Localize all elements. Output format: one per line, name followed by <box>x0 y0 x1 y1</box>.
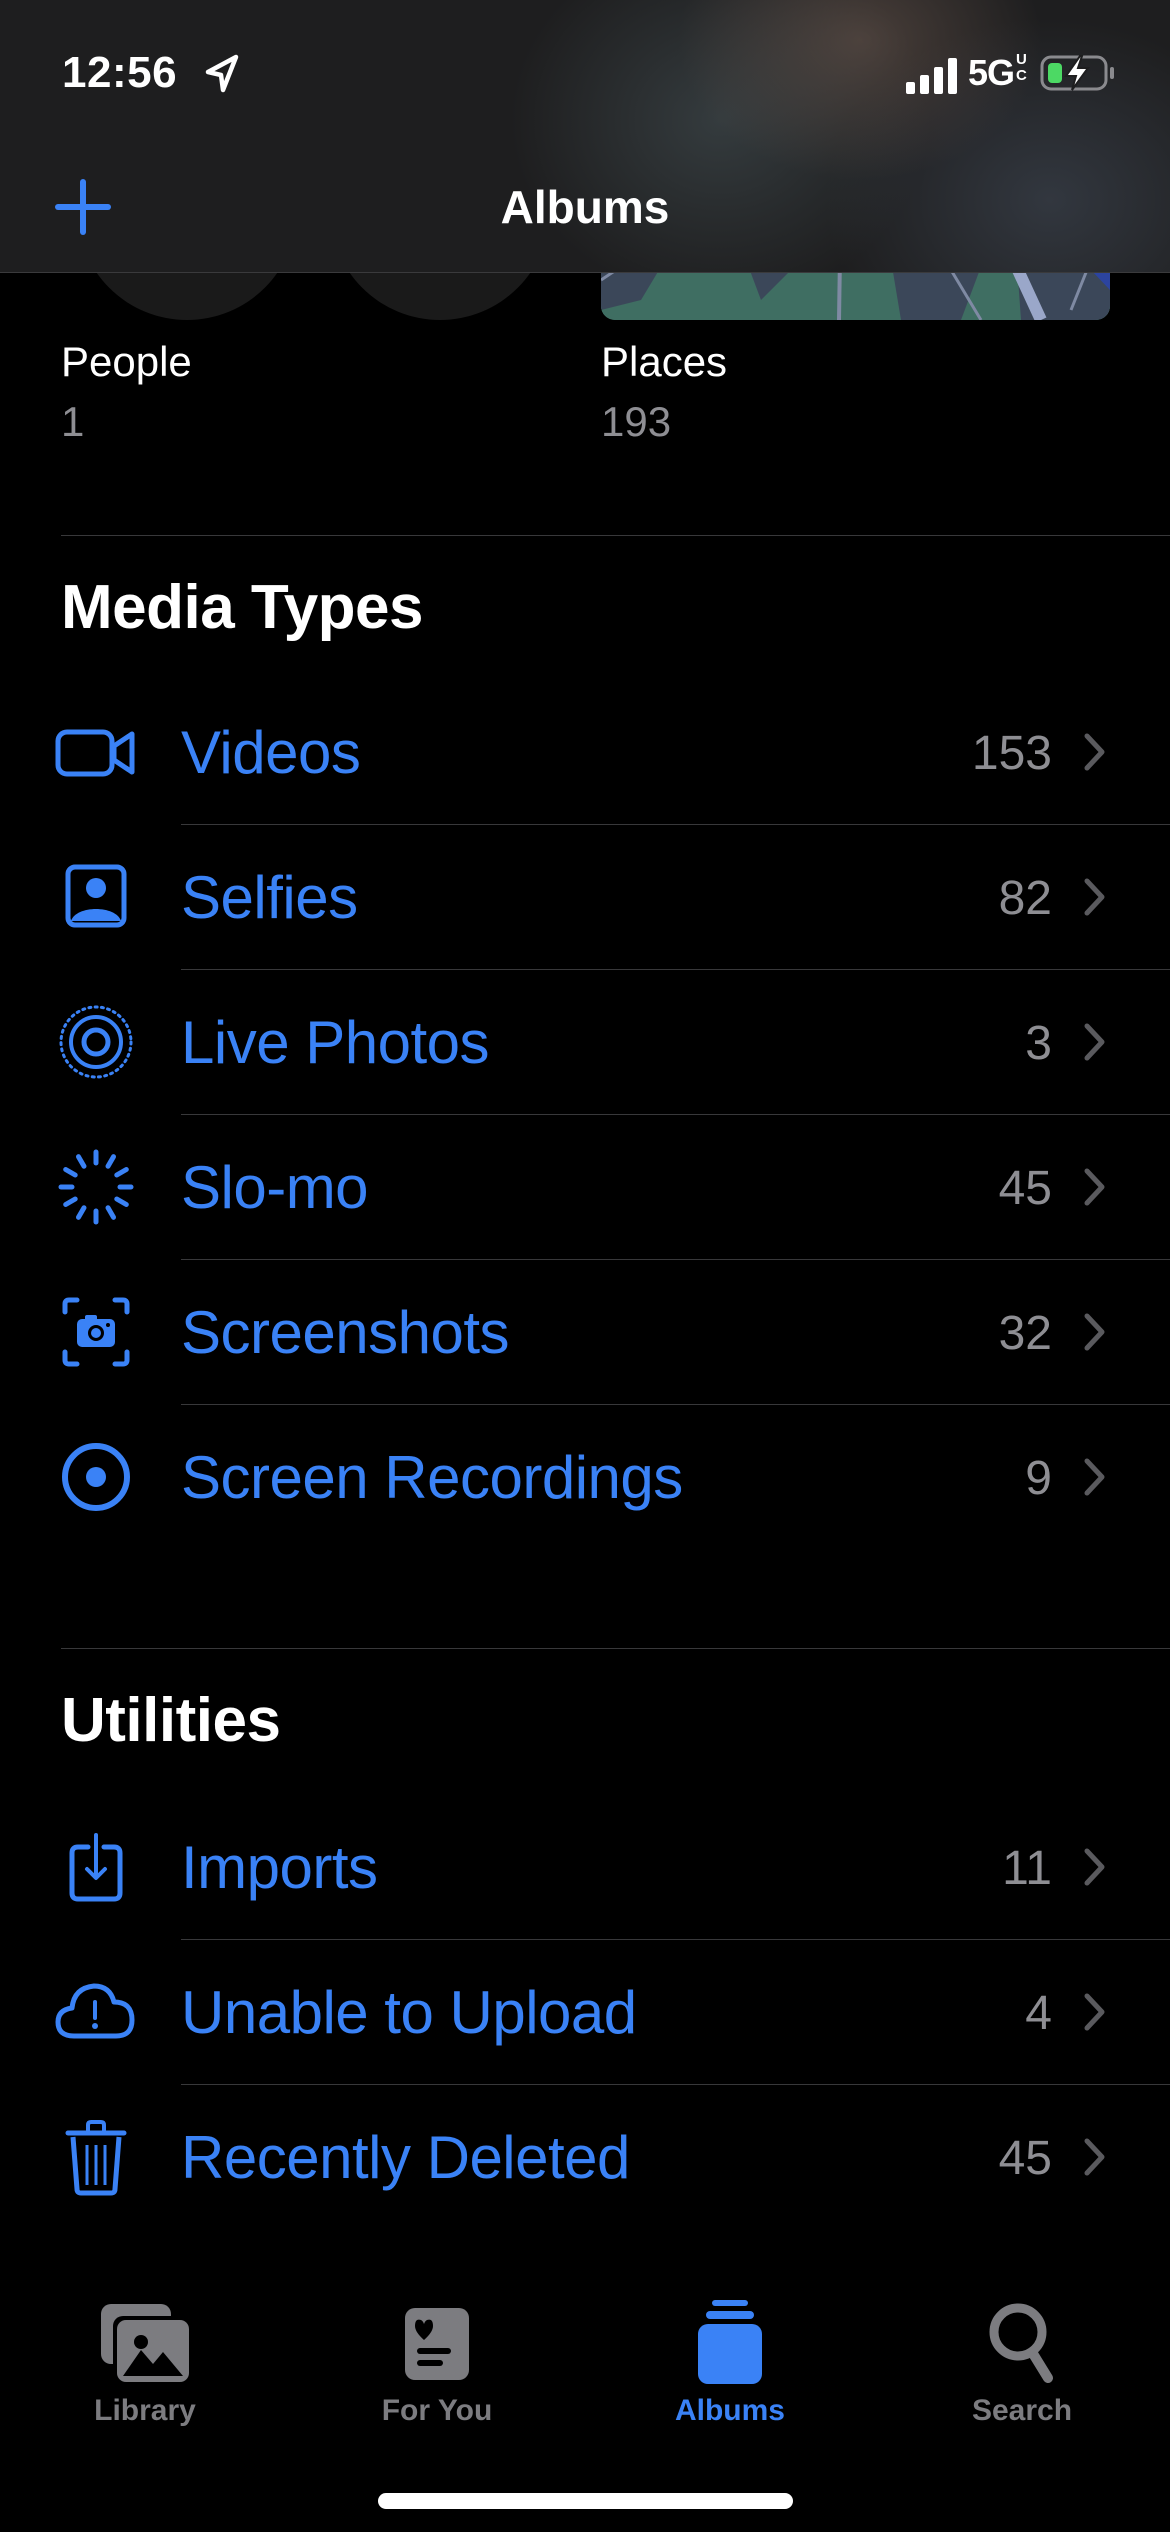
cloud-exclamation-icon <box>55 1983 135 2039</box>
item-label: Recently Deleted <box>181 2124 630 2191</box>
item-label: Live Photos <box>181 1009 490 1076</box>
section-divider <box>61 535 1170 536</box>
photo-stack-icon <box>101 2304 189 2382</box>
list-item-selfies[interactable]: Selfies 82 <box>0 825 1170 970</box>
media-types-heading: Media Types <box>61 573 424 642</box>
item-label: Screen Recordings <box>181 1444 683 1511</box>
slo-mo-icon <box>58 1149 134 1225</box>
page-title: Albums <box>500 181 670 233</box>
chevron-right-icon <box>1084 2138 1105 2176</box>
utilities-heading: Utilities <box>61 1686 281 1755</box>
selfie-portrait-icon <box>65 864 127 928</box>
chevron-right-icon <box>1084 1848 1105 1886</box>
chevron-right-icon <box>1084 1168 1105 1206</box>
chevron-right-icon <box>1084 1023 1105 1061</box>
chevron-right-icon <box>1084 1313 1105 1351</box>
item-count: 11 <box>1002 1842 1052 1895</box>
item-count: 82 <box>998 872 1052 925</box>
navigation-header: 12:56 5G UC Albums <box>0 0 1170 273</box>
tab-label: Search <box>971 2394 1073 2427</box>
albums-stack-icon <box>698 2300 762 2384</box>
places-label[interactable]: Places <box>601 338 727 386</box>
tab-library[interactable]: Library <box>45 2300 245 2450</box>
tab-search[interactable]: Search <box>922 2300 1122 2450</box>
item-label: Imports <box>181 1834 378 1901</box>
network-badge-text: UC <box>1016 51 1027 84</box>
chevron-right-icon <box>1084 1993 1105 2031</box>
item-count: 3 <box>1025 1017 1052 1070</box>
screen-recording-icon <box>62 1443 130 1511</box>
list-item-unable-to-upload[interactable]: Unable to Upload 4 <box>0 1940 1170 2085</box>
tab-label: Albums <box>674 2394 785 2427</box>
item-label: Unable to Upload <box>181 1979 637 2046</box>
item-count: 32 <box>998 1307 1052 1360</box>
list-item-videos[interactable]: Videos 153 <box>0 680 1170 825</box>
item-label: Slo-mo <box>181 1154 369 1221</box>
home-indicator[interactable] <box>378 2493 793 2509</box>
places-count: 193 <box>601 398 672 445</box>
list-item-slo-mo[interactable]: Slo-mo 45 <box>0 1115 1170 1260</box>
item-label: Videos <box>181 719 361 786</box>
item-label: Screenshots <box>181 1299 510 1366</box>
tab-for-you[interactable]: For You <box>337 2300 537 2450</box>
item-count: 9 <box>1025 1452 1052 1505</box>
network-badge: UC <box>1014 52 1028 84</box>
tab-label: For You <box>381 2394 493 2427</box>
item-count: 153 <box>971 727 1052 780</box>
tab-label: Library <box>94 2394 196 2427</box>
section-divider <box>61 1648 1170 1649</box>
import-tray-icon <box>69 1833 123 1902</box>
screenshot-camera-icon <box>62 1297 130 1367</box>
people-count: 1 <box>61 398 85 445</box>
chevron-right-icon <box>1084 878 1105 916</box>
tab-albums[interactable]: Albums <box>630 2300 830 2450</box>
item-count: 4 <box>1025 1987 1052 2040</box>
item-label: Selfies <box>181 864 358 931</box>
battery-charging-icon <box>1040 55 1114 91</box>
video-camera-icon <box>55 729 135 777</box>
item-count: 45 <box>998 2132 1052 2185</box>
list-item-screen-recordings[interactable]: Screen Recordings 9 <box>0 1405 1170 1550</box>
list-item-live-photos[interactable]: Live Photos 3 <box>0 970 1170 1115</box>
cellular-signal-icon <box>906 58 957 94</box>
chevron-right-icon <box>1084 1458 1105 1496</box>
magnifying-glass-icon <box>989 2303 1053 2383</box>
item-count: 45 <box>998 1162 1052 1215</box>
people-label[interactable]: People <box>61 338 192 386</box>
for-you-heart-card-icon <box>405 2308 469 2380</box>
trash-icon <box>65 2120 127 2196</box>
list-item-imports[interactable]: Imports 11 <box>0 1795 1170 1940</box>
chevron-right-icon <box>1084 733 1105 771</box>
list-item-recently-deleted[interactable]: Recently Deleted 45 <box>0 2085 1170 2230</box>
list-item-screenshots[interactable]: Screenshots 32 <box>0 1260 1170 1405</box>
location-arrow-icon <box>205 54 239 93</box>
live-photo-icon <box>59 1005 133 1079</box>
network-type: 5G <box>968 52 1015 93</box>
status-time: 12:56 <box>62 48 178 97</box>
